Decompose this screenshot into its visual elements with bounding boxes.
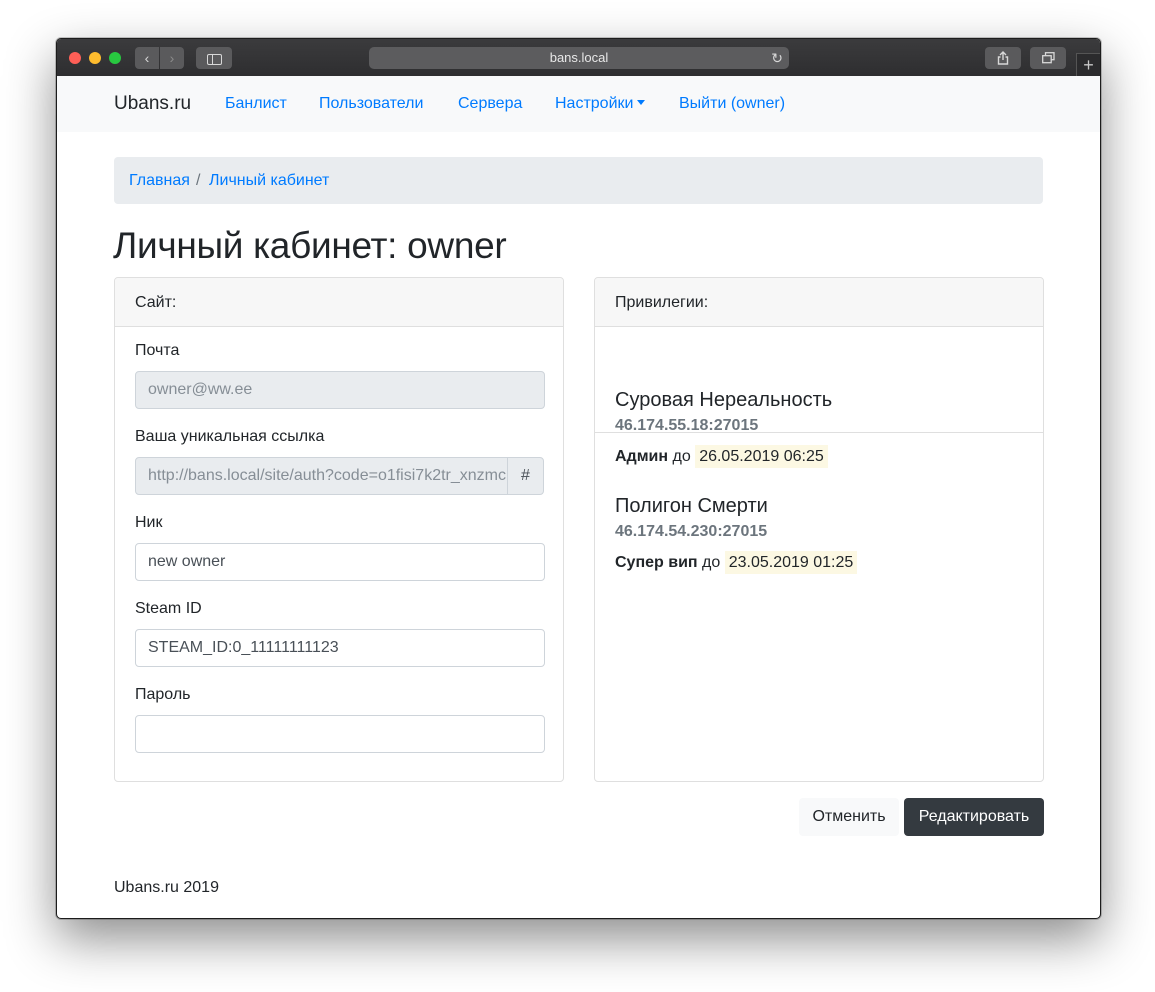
steam-id-label: Steam ID	[135, 600, 202, 617]
nick-label: Ник	[135, 514, 163, 531]
nav-link-logout[interactable]: Выйти (owner)	[679, 95, 785, 113]
minimize-window-icon[interactable]	[89, 52, 101, 64]
steam-id-field[interactable]: STEAM_ID:0_11111111123	[135, 629, 545, 667]
privilege-server-ip: 46.174.54.230:27015	[615, 523, 768, 540]
chevron-right-icon: ›	[169, 50, 175, 66]
breadcrumb: Главная / Личный кабинет	[114, 157, 1043, 204]
unique-link-field[interactable]: http://bans.local/site/auth?code=o1fisi7…	[135, 457, 508, 495]
site-card-header: Сайт:	[115, 278, 563, 327]
browser-titlebar: ‹ › bans.local ↻ +	[57, 39, 1100, 77]
nick-field[interactable]: new owner	[135, 543, 545, 581]
unique-link-addon[interactable]: #	[507, 457, 544, 495]
back-button[interactable]: ‹	[135, 47, 159, 69]
nav-link-servers[interactable]: Сервера	[458, 95, 522, 113]
privilege-server-name: Полигон Смерти	[615, 495, 768, 517]
privilege-expiry-date: 26.05.2019 06:25	[695, 445, 828, 468]
address-bar[interactable]: bans.local ↻	[369, 47, 789, 69]
password-label: Пароль	[135, 686, 191, 703]
breadcrumb-account[interactable]: Личный кабинет	[209, 172, 329, 190]
tabs-overview-button[interactable]	[1030, 47, 1066, 69]
share-button[interactable]	[985, 47, 1021, 69]
unique-link-label: Ваша уникальная ссылка	[135, 428, 325, 445]
privilege-role: Админ	[615, 448, 669, 465]
page-title: Личный кабинет: owner	[113, 225, 507, 266]
breadcrumb-separator: /	[196, 172, 201, 189]
close-window-icon[interactable]	[69, 52, 81, 64]
cancel-button[interactable]: Отменить	[799, 798, 899, 836]
privileges-card: Привилегии: Суровая Нереальность 46.174.…	[594, 277, 1044, 782]
breadcrumb-home[interactable]: Главная	[129, 172, 190, 190]
sidebar-toggle-button[interactable]	[196, 47, 232, 69]
privilege-role: Супер вип	[615, 554, 698, 571]
privilege-until-word: до	[702, 554, 721, 571]
nav-dropdown-settings[interactable]: Настройки	[555, 95, 646, 113]
privileges-card-header: Привилегии:	[595, 278, 1043, 327]
brand-link[interactable]: Ubans.ru	[114, 93, 191, 115]
privilege-divider	[595, 432, 1043, 433]
top-navbar: Ubans.ru Банлист Пользователи Сервера На…	[57, 76, 1100, 132]
share-icon	[997, 51, 1009, 65]
url-text: bans.local	[549, 50, 609, 65]
sidebar-icon	[206, 54, 222, 65]
plus-icon: +	[1083, 55, 1094, 75]
reload-icon[interactable]: ↻	[771, 47, 783, 69]
privilege-until-word: до	[672, 448, 691, 465]
forward-button[interactable]: ›	[160, 47, 184, 69]
new-tab-button[interactable]: +	[1076, 53, 1100, 77]
nav-link-users[interactable]: Пользователи	[319, 95, 423, 113]
footer-text: Ubans.ru 2019	[114, 879, 219, 896]
site-card: Сайт: Почта owner@ww.ee Ваша уникальная …	[114, 277, 564, 782]
maximize-window-icon[interactable]	[109, 52, 121, 64]
chevron-left-icon: ‹	[144, 50, 150, 66]
nav-link-banlist[interactable]: Банлист	[225, 95, 287, 113]
privilege-line: Супер вип до 23.05.2019 01:25	[615, 551, 858, 574]
privilege-line: Админ до 26.05.2019 06:25	[615, 445, 828, 468]
browser-window: ‹ › bans.local ↻ + Ubans.ru Банлист Поль…	[56, 38, 1101, 919]
edit-button[interactable]: Редактировать	[904, 798, 1044, 836]
tabs-icon	[1041, 52, 1055, 64]
nav-link-settings-label: Настройки	[555, 95, 634, 112]
caret-down-icon	[637, 100, 646, 105]
privilege-server-name: Суровая Нереальность	[615, 389, 833, 411]
password-field[interactable]	[135, 715, 545, 753]
email-field: owner@ww.ee	[135, 371, 545, 409]
privilege-expiry-date: 23.05.2019 01:25	[724, 551, 858, 574]
email-label: Почта	[135, 342, 180, 359]
